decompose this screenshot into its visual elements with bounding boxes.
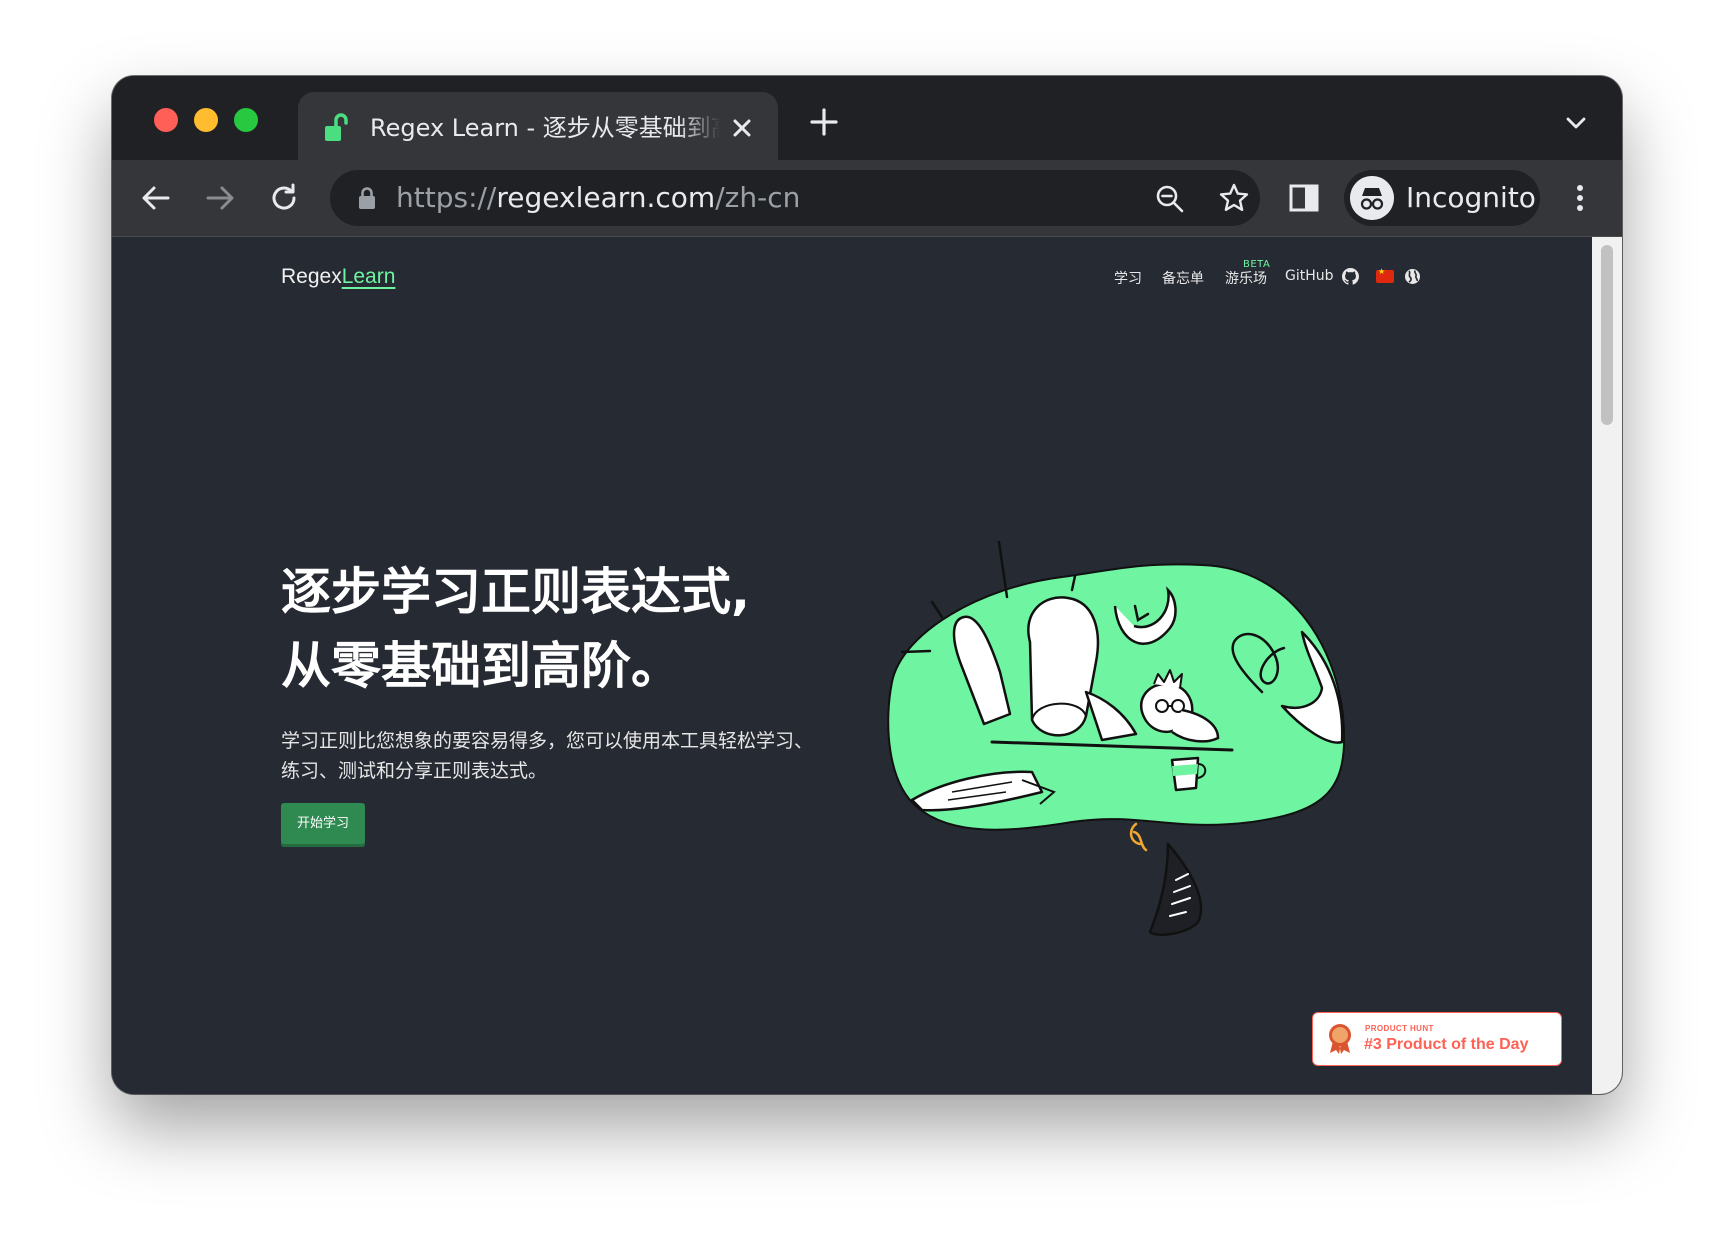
browser-window: Regex Learn - 逐步从零基础到高阶。 htt [112, 76, 1622, 1094]
unlock-icon [325, 113, 348, 141]
logo-regex: Regex [281, 265, 342, 288]
forward-arrow-icon[interactable] [202, 180, 238, 216]
side-panel-icon[interactable] [1288, 182, 1320, 214]
incognito-profile-button[interactable]: Incognito [1344, 170, 1540, 226]
url-host: regexlearn.com [496, 181, 716, 214]
tab-title: Regex Learn - 逐步从零基础到高阶。 [370, 114, 720, 142]
zoom-window-button[interactable] [234, 108, 258, 132]
globe-icon[interactable] [1404, 268, 1421, 285]
lock-icon[interactable] [356, 186, 378, 210]
zoom-out-icon[interactable] [1154, 183, 1186, 215]
url-scheme: https:// [396, 181, 497, 214]
bookmark-star-icon[interactable] [1218, 182, 1250, 214]
url-path: /zh-cn [715, 181, 801, 214]
browser-toolbar: https://regexlearn.com/zh-cn Incognito [112, 160, 1622, 237]
nav-link-learn[interactable]: 学习 [1114, 268, 1142, 298]
nav-link-playground[interactable]: 游乐场 [1225, 268, 1267, 298]
kebab-menu-icon[interactable] [1572, 180, 1588, 216]
page-scrollbar[interactable] [1592, 237, 1622, 1094]
url-text[interactable]: https://regexlearn.com/zh-cn [396, 170, 800, 226]
product-hunt-badge[interactable]: PRODUCT HUNT #3 Product of the Day [1312, 1012, 1562, 1066]
nav-link-github[interactable]: GitHub [1285, 268, 1334, 298]
hero-title-line-2: 从零基础到高阶。 [281, 637, 681, 695]
nav-link-cheatsheet[interactable]: 备忘单 [1162, 268, 1204, 298]
start-learning-button[interactable]: 开始学习 [281, 803, 365, 847]
hero-illustration [887, 540, 1346, 936]
site-logo[interactable]: RegexLearn [281, 265, 395, 289]
minimize-window-button[interactable] [194, 108, 218, 132]
new-tab-icon[interactable] [808, 106, 840, 138]
medal-icon [1329, 1024, 1351, 1054]
incognito-label: Incognito [1406, 181, 1536, 214]
hero-description: 学习正则比您想象的要容易得多，您可以使用本工具轻松学习、练习、测试和分享正则表达… [281, 730, 814, 782]
incognito-icon [1350, 176, 1394, 220]
close-window-button[interactable] [154, 108, 178, 132]
china-flag-icon[interactable] [1376, 267, 1394, 283]
github-icon[interactable] [1342, 268, 1359, 285]
product-hunt-rank: #3 Product of the Day [1364, 1036, 1529, 1053]
hero-title-line-1: 逐步学习正则表达式, [281, 563, 750, 621]
address-bar[interactable]: https://regexlearn.com/zh-cn [330, 170, 1260, 226]
hero-title: 逐步学习正则表达式, 从零基础到高阶。 [281, 555, 881, 703]
logo-learn: Learn [341, 265, 396, 288]
chevron-down-icon[interactable] [1564, 114, 1588, 132]
title-bar: Regex Learn - 逐步从零基础到高阶。 [112, 76, 1622, 160]
browser-tab[interactable]: Regex Learn - 逐步从零基础到高阶。 [298, 92, 778, 160]
page-content: RegexLearn 学习 备忘单 BETA 游乐场 GitHub 逐步学习正则… [112, 237, 1592, 1094]
scrollbar-thumb[interactable] [1601, 245, 1613, 425]
close-tab-icon[interactable] [728, 114, 756, 142]
back-arrow-icon[interactable] [138, 180, 174, 216]
product-hunt-label: PRODUCT HUNT [1365, 1024, 1434, 1033]
reload-icon[interactable] [266, 180, 302, 216]
